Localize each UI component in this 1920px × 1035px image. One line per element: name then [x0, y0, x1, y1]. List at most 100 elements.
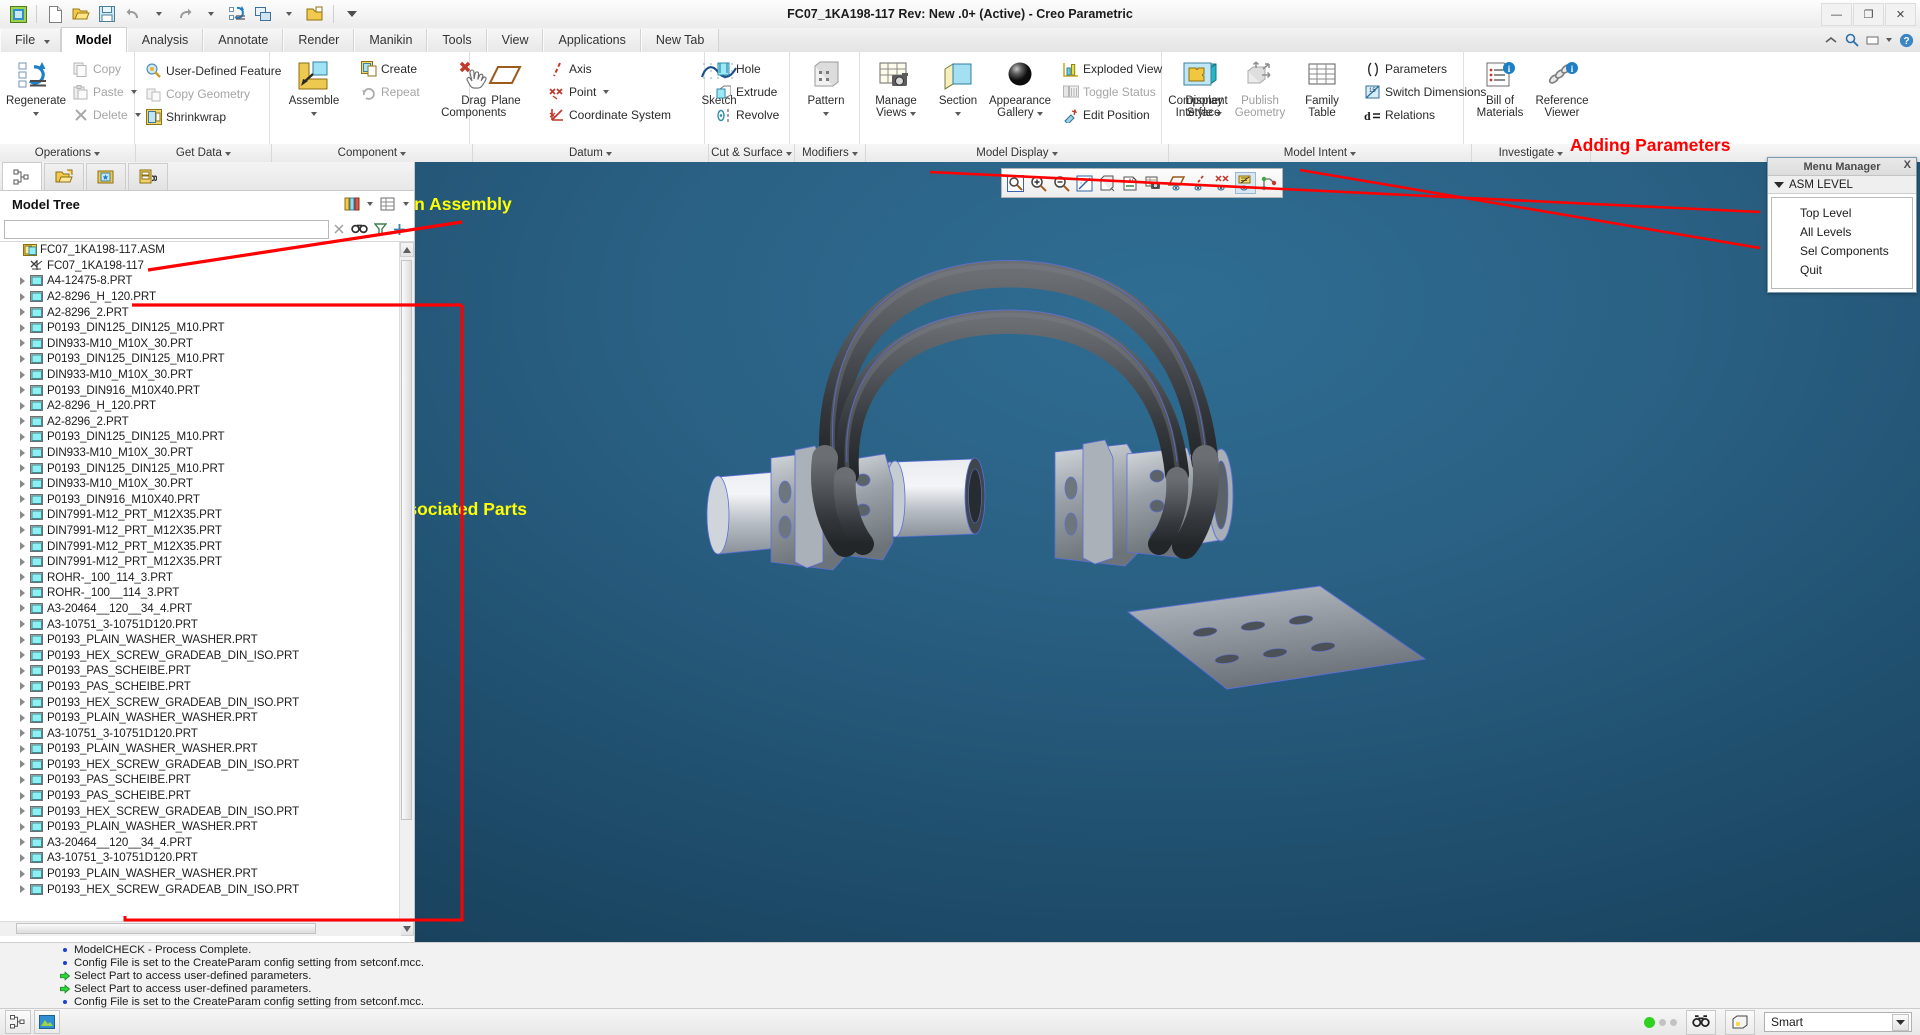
tree-item[interactable]: P0193_HEX_SCREW_GRADEAB_DIN_ISO.PRT — [0, 694, 380, 710]
group-label-datum[interactable]: Datum — [473, 144, 709, 162]
tree-item[interactable]: P0193_PLAIN_WASHER_WASHER.PRT — [0, 866, 380, 882]
expand-arrow-icon[interactable] — [16, 508, 29, 521]
toggle-status-button[interactable]: Toggle Status — [1057, 81, 1167, 103]
minimize-ribbon-icon[interactable] — [1825, 35, 1838, 46]
search-input[interactable] — [4, 219, 329, 239]
tab-annotate[interactable]: Annotate — [203, 29, 284, 52]
settings-icon[interactable] — [377, 194, 399, 214]
publish-geometry-button[interactable]: Publish Geometry — [1229, 56, 1291, 119]
tab-applications[interactable]: Applications — [543, 29, 641, 52]
coordinate-system-button[interactable]: Coordinate System — [543, 104, 676, 126]
tab-tools[interactable]: Tools — [427, 29, 487, 52]
tab-view[interactable]: View — [486, 29, 544, 52]
expand-arrow-icon[interactable] — [16, 352, 29, 365]
expand-arrow-icon[interactable] — [16, 773, 29, 786]
tree-item[interactable]: DIN933-M10_M10X_30.PRT — [0, 367, 380, 383]
expand-arrow-icon[interactable] — [16, 415, 29, 428]
maximize-button[interactable]: ❐ — [1853, 3, 1884, 26]
redo-dropdown-icon[interactable] — [199, 3, 223, 26]
minimize-button[interactable]: — — [1821, 3, 1852, 26]
close-icon[interactable]: X — [1904, 159, 1911, 171]
chevron-down-icon[interactable] — [1886, 38, 1892, 42]
assemble-button[interactable]: Assemble — [283, 56, 345, 119]
tree-item[interactable]: A3-20464__120__34_4.PRT — [0, 835, 380, 851]
component-interface-button[interactable]: Component Interface — [1167, 56, 1229, 119]
family-table-button[interactable]: Family Table — [1291, 56, 1353, 119]
chevron-down-icon[interactable] — [909, 112, 916, 116]
tab-new-tab[interactable]: New Tab — [640, 29, 720, 52]
expand-arrow-icon[interactable] — [16, 571, 29, 584]
expand-arrow-icon[interactable] — [16, 555, 29, 568]
tree-vertical-scrollbar[interactable] — [399, 242, 414, 936]
tree-horizontal-scrollbar[interactable] — [0, 921, 401, 936]
expand-arrow-icon[interactable] — [16, 462, 29, 475]
exploded-view-button[interactable]: Exploded View — [1057, 58, 1167, 80]
scroll-thumb[interactable] — [401, 260, 412, 820]
filter-icon[interactable] — [374, 222, 387, 236]
tree-item[interactable]: P0193_HEX_SCREW_GRADEAB_DIN_ISO.PRT — [0, 881, 380, 897]
model-tree-tab[interactable] — [2, 162, 42, 190]
expand-arrow-icon[interactable] — [16, 399, 29, 412]
expand-arrow-icon[interactable] — [16, 618, 29, 631]
expand-arrow-icon[interactable] — [16, 680, 29, 693]
tree-item[interactable]: DIN7991-M12_PRT_M12X35.PRT — [0, 554, 380, 570]
extrude-button[interactable]: Extrude — [710, 81, 784, 103]
tree-item[interactable]: P0193_PAS_SCHEIBE.PRT — [0, 679, 380, 695]
tree-item[interactable]: P0193_PLAIN_WASHER_WASHER.PRT — [0, 819, 380, 835]
expand-arrow-icon[interactable] — [16, 789, 29, 802]
tree-item[interactable]: FC07_1KA198-117.ASM — [0, 242, 380, 258]
expand-arrow-icon[interactable] — [16, 633, 29, 646]
tab-render[interactable]: Render — [283, 29, 355, 52]
tree-item[interactable]: A3-20464__120__34_4.PRT — [0, 601, 380, 617]
chevron-down-icon[interactable] — [367, 202, 373, 206]
expand-arrow-icon[interactable] — [16, 867, 29, 880]
tree-item[interactable]: P0193_DIN125_DIN125_M10.PRT — [0, 351, 380, 367]
expand-arrow-icon[interactable] — [16, 602, 29, 615]
expand-arrow-icon[interactable] — [16, 851, 29, 864]
expand-arrow-icon[interactable] — [16, 321, 29, 334]
tree-item[interactable]: P0193_DIN125_DIN125_M10.PRT — [0, 460, 380, 476]
window-switch-icon[interactable] — [251, 3, 275, 26]
group-label-model-intent[interactable]: Model Intent — [1169, 144, 1472, 162]
scroll-up-button[interactable] — [400, 242, 414, 257]
appearance-icon[interactable] — [34, 1010, 60, 1034]
redo-icon[interactable] — [173, 3, 197, 26]
tree-item[interactable]: P0193_PAS_SCHEIBE.PRT — [0, 772, 380, 788]
regenerate-icon[interactable] — [225, 3, 249, 26]
expand-arrow-icon[interactable] — [16, 540, 29, 553]
tab-model[interactable]: Model — [60, 27, 127, 52]
save-icon[interactable] — [95, 3, 119, 26]
expand-icon[interactable] — [393, 223, 406, 236]
assembly-3d-model[interactable] — [415, 162, 1920, 942]
expand-arrow-icon[interactable] — [16, 649, 29, 662]
undo-icon[interactable] — [121, 3, 145, 26]
clear-icon[interactable] — [333, 223, 345, 235]
create-button[interactable]: Create — [355, 58, 425, 80]
tree-item[interactable]: P0193_PLAIN_WASHER_WASHER.PRT — [0, 741, 380, 757]
chevron-down-icon[interactable] — [1036, 112, 1043, 116]
expand-arrow-icon[interactable] — [16, 524, 29, 537]
group-label-modifiers[interactable]: Modifiers — [795, 144, 866, 162]
open-file-icon[interactable] — [69, 3, 93, 26]
expand-arrow-icon[interactable] — [16, 290, 29, 303]
chevron-down-icon[interactable] — [33, 112, 39, 116]
regenerate-button[interactable]: Regenerate — [5, 56, 67, 119]
expand-arrow-icon[interactable] — [16, 430, 29, 443]
hole-button[interactable]: Hole — [710, 58, 784, 80]
expand-arrow-icon[interactable] — [16, 337, 29, 350]
selection-filter-dropdown[interactable]: Smart — [1764, 1012, 1912, 1032]
tab-analysis[interactable]: Analysis — [126, 29, 204, 52]
menu-item-top-level[interactable]: Top Level — [1772, 204, 1912, 223]
chevron-down-icon[interactable] — [823, 112, 829, 116]
undo-dropdown-icon[interactable] — [147, 3, 171, 26]
expand-arrow-icon[interactable] — [16, 805, 29, 818]
chevron-down-icon[interactable] — [955, 112, 961, 116]
model-tree-toggle-icon[interactable] — [5, 1010, 31, 1034]
creo-logo-icon[interactable] — [6, 3, 30, 26]
expand-arrow-icon[interactable] — [16, 306, 29, 319]
close-window-icon[interactable] — [303, 3, 327, 26]
copy-button[interactable]: Copy — [67, 58, 146, 80]
paste-button[interactable]: Paste — [67, 81, 146, 103]
tree-item[interactable]: P0193_DIN125_DIN125_M10.PRT — [0, 320, 380, 336]
chevron-down-icon[interactable] — [403, 202, 409, 206]
